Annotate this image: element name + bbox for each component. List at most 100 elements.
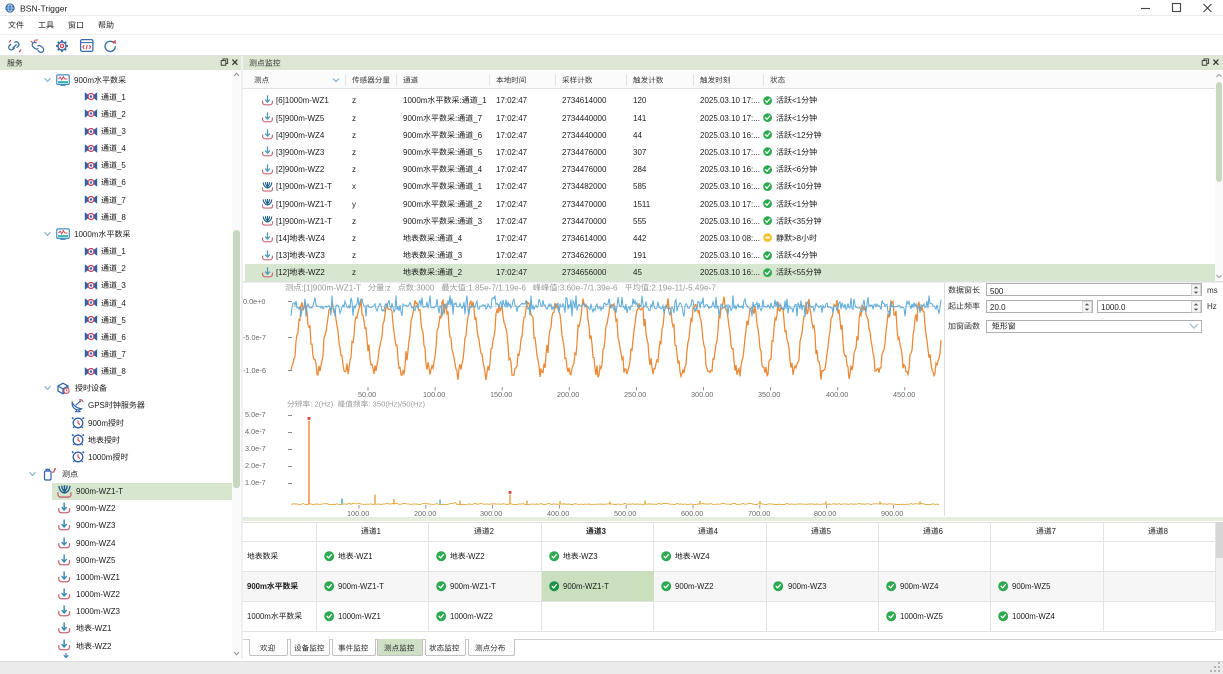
svg-text:<10: <10 bbox=[792, 182, 806, 191]
svg-text:_4: _4 bbox=[472, 165, 482, 174]
svg-text:2734614000: 2734614000 bbox=[562, 234, 607, 243]
svg-text:z: z bbox=[352, 165, 356, 174]
svg-text:900m: 900m bbox=[403, 148, 423, 157]
svg-text:z: z bbox=[352, 148, 356, 157]
svg-text:<1: <1 bbox=[792, 148, 802, 157]
svg-text:2734482000: 2734482000 bbox=[562, 182, 607, 191]
svg-text:-WZ3: -WZ3 bbox=[578, 552, 597, 561]
svg-text:900m: 900m bbox=[403, 165, 423, 174]
svg-text:x: x bbox=[352, 182, 356, 191]
svg-text:2734470000: 2734470000 bbox=[562, 217, 607, 226]
svg-text:_3: _3 bbox=[116, 281, 126, 290]
svg-text:900m-WZ5: 900m-WZ5 bbox=[1012, 582, 1050, 591]
svg-text:z: z bbox=[352, 234, 356, 243]
svg-text:555: 555 bbox=[633, 217, 647, 226]
svg-text::: : bbox=[435, 234, 437, 243]
svg-text:1000m: 1000m bbox=[247, 612, 271, 621]
svg-text:900m: 900m bbox=[403, 217, 423, 226]
svg-text:_2: _2 bbox=[472, 199, 482, 208]
svg-text:900m-WZ2: 900m-WZ2 bbox=[76, 504, 116, 513]
svg-text:900m-WZ4: 900m-WZ4 bbox=[900, 582, 939, 591]
svg-text:<1: <1 bbox=[792, 113, 802, 122]
svg-text:_2: _2 bbox=[116, 110, 126, 119]
svg-text:-WZ4: -WZ4 bbox=[305, 234, 325, 243]
svg-text:900m: 900m bbox=[403, 131, 423, 140]
svg-text:z: z bbox=[352, 96, 356, 105]
svg-text:2025.03.10 16:...: 2025.03.10 16:... bbox=[700, 268, 760, 277]
svg-text:307: 307 bbox=[633, 148, 647, 157]
svg-text:-WZ1: -WZ1 bbox=[92, 624, 112, 633]
svg-text:17:02:47: 17:02:47 bbox=[496, 165, 528, 174]
svg-text:1000m-WZ1: 1000m-WZ1 bbox=[76, 573, 120, 582]
svg-text:2734476000: 2734476000 bbox=[562, 165, 607, 174]
svg-text:1000m-WZ3: 1000m-WZ3 bbox=[76, 607, 120, 616]
svg-text:284: 284 bbox=[633, 165, 647, 174]
svg-text:2734440000: 2734440000 bbox=[562, 131, 607, 140]
svg-text:[1]900m-WZ1-T: [1]900m-WZ1-T bbox=[276, 199, 332, 208]
svg-text:17:02:47: 17:02:47 bbox=[496, 251, 528, 260]
svg-text:900m-WZ4: 900m-WZ4 bbox=[76, 538, 116, 547]
svg-text:_8: _8 bbox=[116, 367, 126, 376]
svg-text:_3: _3 bbox=[452, 251, 462, 260]
svg-text:_3: _3 bbox=[472, 217, 482, 226]
svg-text:[12]: [12] bbox=[276, 268, 289, 277]
svg-text::: : bbox=[455, 182, 457, 191]
svg-text:900m-WZ1-T: 900m-WZ1-T bbox=[338, 582, 384, 591]
svg-text:1: 1 bbox=[377, 527, 381, 536]
svg-text:17:02:47: 17:02:47 bbox=[496, 217, 528, 226]
svg-text:[5]900m-WZ5: [5]900m-WZ5 bbox=[276, 113, 325, 122]
svg-text:141: 141 bbox=[633, 113, 647, 122]
svg-text:17:02:47: 17:02:47 bbox=[496, 96, 528, 105]
svg-text:2025.03.10 17:...: 2025.03.10 17:... bbox=[700, 148, 760, 157]
svg-text:900m-WZ3: 900m-WZ3 bbox=[788, 582, 826, 591]
svg-text:1000m-WZ5: 1000m-WZ5 bbox=[900, 612, 943, 621]
svg-text:<6: <6 bbox=[792, 165, 802, 174]
svg-text:900m-WZ1-T: 900m-WZ1-T bbox=[450, 582, 496, 591]
svg-text:17:02:47: 17:02:47 bbox=[496, 131, 528, 140]
svg-text:900m: 900m bbox=[74, 75, 94, 84]
svg-text:[2]900m-WZ2: [2]900m-WZ2 bbox=[276, 165, 325, 174]
svg-text:2025.03.10 17:...: 2025.03.10 17:... bbox=[700, 113, 760, 122]
svg-text::: : bbox=[455, 217, 457, 226]
svg-text:_6: _6 bbox=[116, 178, 126, 187]
svg-text:900m-WZ5: 900m-WZ5 bbox=[76, 556, 116, 565]
svg-text:2025.03.10 17:...: 2025.03.10 17:... bbox=[700, 199, 760, 208]
svg-text:900m-WZ3: 900m-WZ3 bbox=[76, 521, 116, 530]
svg-text:20.0: 20.0 bbox=[990, 303, 1006, 312]
svg-text:1000m: 1000m bbox=[74, 230, 99, 239]
svg-text:2: 2 bbox=[489, 527, 493, 536]
svg-text:2734626000: 2734626000 bbox=[562, 251, 607, 260]
svg-text:900m: 900m bbox=[88, 418, 108, 427]
svg-text:900m-WZ1-T: 900m-WZ1-T bbox=[76, 487, 123, 496]
svg-text:2734656000: 2734656000 bbox=[562, 268, 607, 277]
svg-text::: : bbox=[435, 251, 437, 260]
svg-text:2025.03.10 16:...: 2025.03.10 16:... bbox=[700, 131, 760, 140]
svg-text:z: z bbox=[352, 251, 356, 260]
svg-text:2025.03.10 08:...: 2025.03.10 08:... bbox=[700, 234, 760, 243]
svg-text:[13]: [13] bbox=[276, 251, 289, 260]
svg-text:z: z bbox=[352, 113, 356, 122]
svg-text:[1]900m-WZ1-T: [1]900m-WZ1-T bbox=[276, 182, 332, 191]
svg-text:>8: >8 bbox=[792, 234, 802, 243]
svg-text:900m: 900m bbox=[403, 199, 423, 208]
svg-text:900m: 900m bbox=[403, 113, 423, 122]
svg-text:900m-WZ1-T: 900m-WZ1-T bbox=[563, 582, 609, 591]
svg-text:17:02:47: 17:02:47 bbox=[496, 182, 528, 191]
svg-text:z: z bbox=[352, 131, 356, 140]
svg-text:Hz: Hz bbox=[1207, 302, 1217, 311]
svg-text::: : bbox=[455, 199, 457, 208]
svg-text:2025.03.10 16:...: 2025.03.10 16:... bbox=[700, 217, 760, 226]
svg-text:_7: _7 bbox=[472, 113, 482, 122]
svg-text:45: 45 bbox=[633, 268, 642, 277]
svg-text:1000m: 1000m bbox=[403, 96, 428, 105]
svg-text:191: 191 bbox=[633, 251, 647, 260]
svg-text:_1: _1 bbox=[116, 247, 126, 256]
svg-text:[6]1000m-WZ1: [6]1000m-WZ1 bbox=[276, 96, 329, 105]
svg-text:8: 8 bbox=[1164, 527, 1168, 536]
svg-text::: : bbox=[459, 96, 461, 105]
svg-text:_5: _5 bbox=[116, 315, 126, 324]
svg-text:1511: 1511 bbox=[633, 199, 651, 208]
svg-text:_5: _5 bbox=[116, 161, 126, 170]
svg-text:585: 585 bbox=[633, 182, 647, 191]
svg-text:3: 3 bbox=[602, 527, 607, 536]
